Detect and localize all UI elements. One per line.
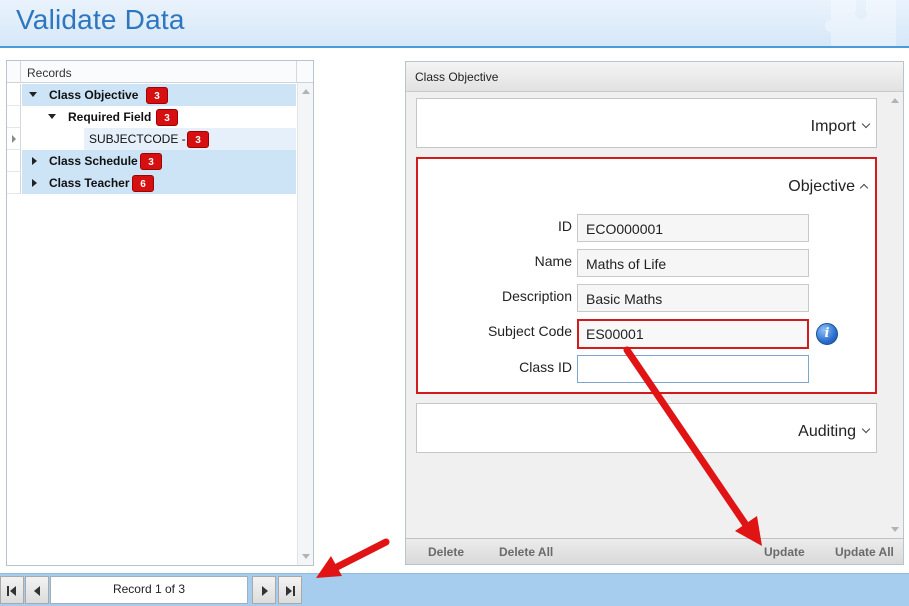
- previous-record-icon: [34, 586, 40, 596]
- row-indicator: [7, 128, 21, 150]
- last-record-icon: [293, 586, 295, 596]
- import-section[interactable]: Import: [416, 98, 877, 148]
- update-button[interactable]: Update: [764, 545, 805, 559]
- scroll-up-icon[interactable]: [891, 98, 899, 103]
- app-header: Validate Data: [0, 0, 909, 48]
- row-body: Class Objective 3: [22, 84, 296, 106]
- expand-toggle-icon[interactable]: [32, 179, 37, 187]
- detail-panel-title: Class Objective: [415, 70, 499, 84]
- row-indicator: [7, 106, 21, 128]
- row-indicator: [7, 84, 21, 106]
- first-record-arrow-icon: [10, 586, 16, 596]
- class-id-label: Class ID: [519, 359, 572, 375]
- detail-scrollbar[interactable]: [888, 92, 903, 538]
- records-column-label: Records: [27, 66, 72, 80]
- error-count-badge: 3: [156, 109, 178, 126]
- description-label: Description: [501, 288, 572, 304]
- last-record-arrow-icon: [286, 586, 292, 596]
- row-indicator: [7, 150, 21, 172]
- tree-row-class-schedule[interactable]: Class Schedule 3: [7, 150, 296, 172]
- detail-action-bar: Delete Delete All Update Update All: [406, 538, 903, 564]
- detail-panel: Class Objective Import Objective ID ECO0…: [405, 61, 904, 565]
- tree-node-label: Class Schedule: [49, 154, 138, 168]
- tree-row-subjectcode[interactable]: SUBJECTCODE - 3: [7, 128, 296, 150]
- records-tree: Records Class Objective 3 Required Field…: [6, 60, 314, 566]
- row-indicator: [7, 172, 21, 194]
- name-label: Name: [534, 253, 572, 269]
- tree-node-label: Required Field: [68, 110, 152, 124]
- import-section-title: Import: [810, 118, 856, 135]
- collapse-toggle-icon[interactable]: [48, 114, 56, 119]
- auditing-section-title: Auditing: [798, 423, 856, 440]
- error-count-badge: 3: [187, 131, 209, 148]
- first-record-button[interactable]: [0, 576, 24, 604]
- tree-node-label: Class Teacher: [49, 176, 130, 190]
- update-all-button[interactable]: Update All: [835, 545, 894, 559]
- chevron-down-icon[interactable]: [861, 424, 871, 434]
- record-position-indicator: Record 1 of 3: [50, 576, 248, 604]
- records-column-header: Records: [7, 61, 313, 83]
- row-body: Required Field 3: [42, 106, 296, 128]
- tree-row-class-objective[interactable]: Class Objective 3: [7, 84, 296, 106]
- page-title: Validate Data: [16, 4, 185, 35]
- chevron-up-icon[interactable]: [859, 183, 869, 193]
- row-body: Class Schedule 3: [22, 150, 296, 172]
- scroll-down-icon[interactable]: [302, 554, 310, 559]
- expand-toggle-icon[interactable]: [32, 157, 37, 165]
- next-record-button[interactable]: [252, 576, 276, 604]
- puzzle-watermark-icon: [825, 0, 896, 46]
- record-navigation-bar: Record 1 of 3: [0, 573, 909, 606]
- subject-code-field[interactable]: ES00001: [577, 319, 809, 349]
- id-field[interactable]: ECO000001: [577, 214, 809, 242]
- row-body: Class Teacher 6: [22, 172, 296, 194]
- objective-section: Objective ID ECO000001 Name Maths of Lif…: [416, 157, 877, 394]
- description-field[interactable]: Basic Maths: [577, 284, 809, 312]
- objective-section-title: Objective: [788, 178, 855, 195]
- current-row-marker-icon: [12, 135, 16, 143]
- chevron-down-icon[interactable]: [861, 119, 871, 129]
- error-count-badge: 6: [132, 175, 154, 192]
- name-field[interactable]: Maths of Life: [577, 249, 809, 277]
- id-label: ID: [558, 218, 572, 234]
- auditing-section[interactable]: Auditing: [416, 403, 877, 453]
- tree-scrollbar[interactable]: [297, 83, 313, 565]
- next-record-icon: [262, 586, 268, 596]
- row-body: SUBJECTCODE - 3: [84, 128, 296, 150]
- class-id-field[interactable]: [577, 355, 809, 383]
- collapse-toggle-icon[interactable]: [29, 92, 37, 97]
- subject-code-label: Subject Code: [487, 323, 572, 339]
- tree-row-required-field[interactable]: Required Field 3: [7, 106, 296, 128]
- delete-button[interactable]: Delete: [428, 545, 464, 559]
- detail-panel-header: Class Objective: [406, 62, 903, 92]
- delete-all-button[interactable]: Delete All: [499, 545, 553, 559]
- error-count-badge: 3: [140, 153, 162, 170]
- tree-node-label: Class Objective: [49, 88, 139, 102]
- last-record-button[interactable]: [278, 576, 302, 604]
- tree-row-class-teacher[interactable]: Class Teacher 6: [7, 172, 296, 194]
- scroll-down-icon[interactable]: [891, 527, 899, 532]
- tree-node-label: SUBJECTCODE -: [89, 132, 186, 146]
- scroll-up-icon[interactable]: [302, 89, 310, 94]
- info-icon[interactable]: i: [816, 323, 838, 345]
- error-count-badge: 3: [146, 87, 168, 104]
- row-indicator-header: [7, 61, 21, 83]
- first-record-icon: [7, 586, 9, 596]
- previous-record-button[interactable]: [25, 576, 49, 604]
- column-divider[interactable]: [296, 61, 297, 83]
